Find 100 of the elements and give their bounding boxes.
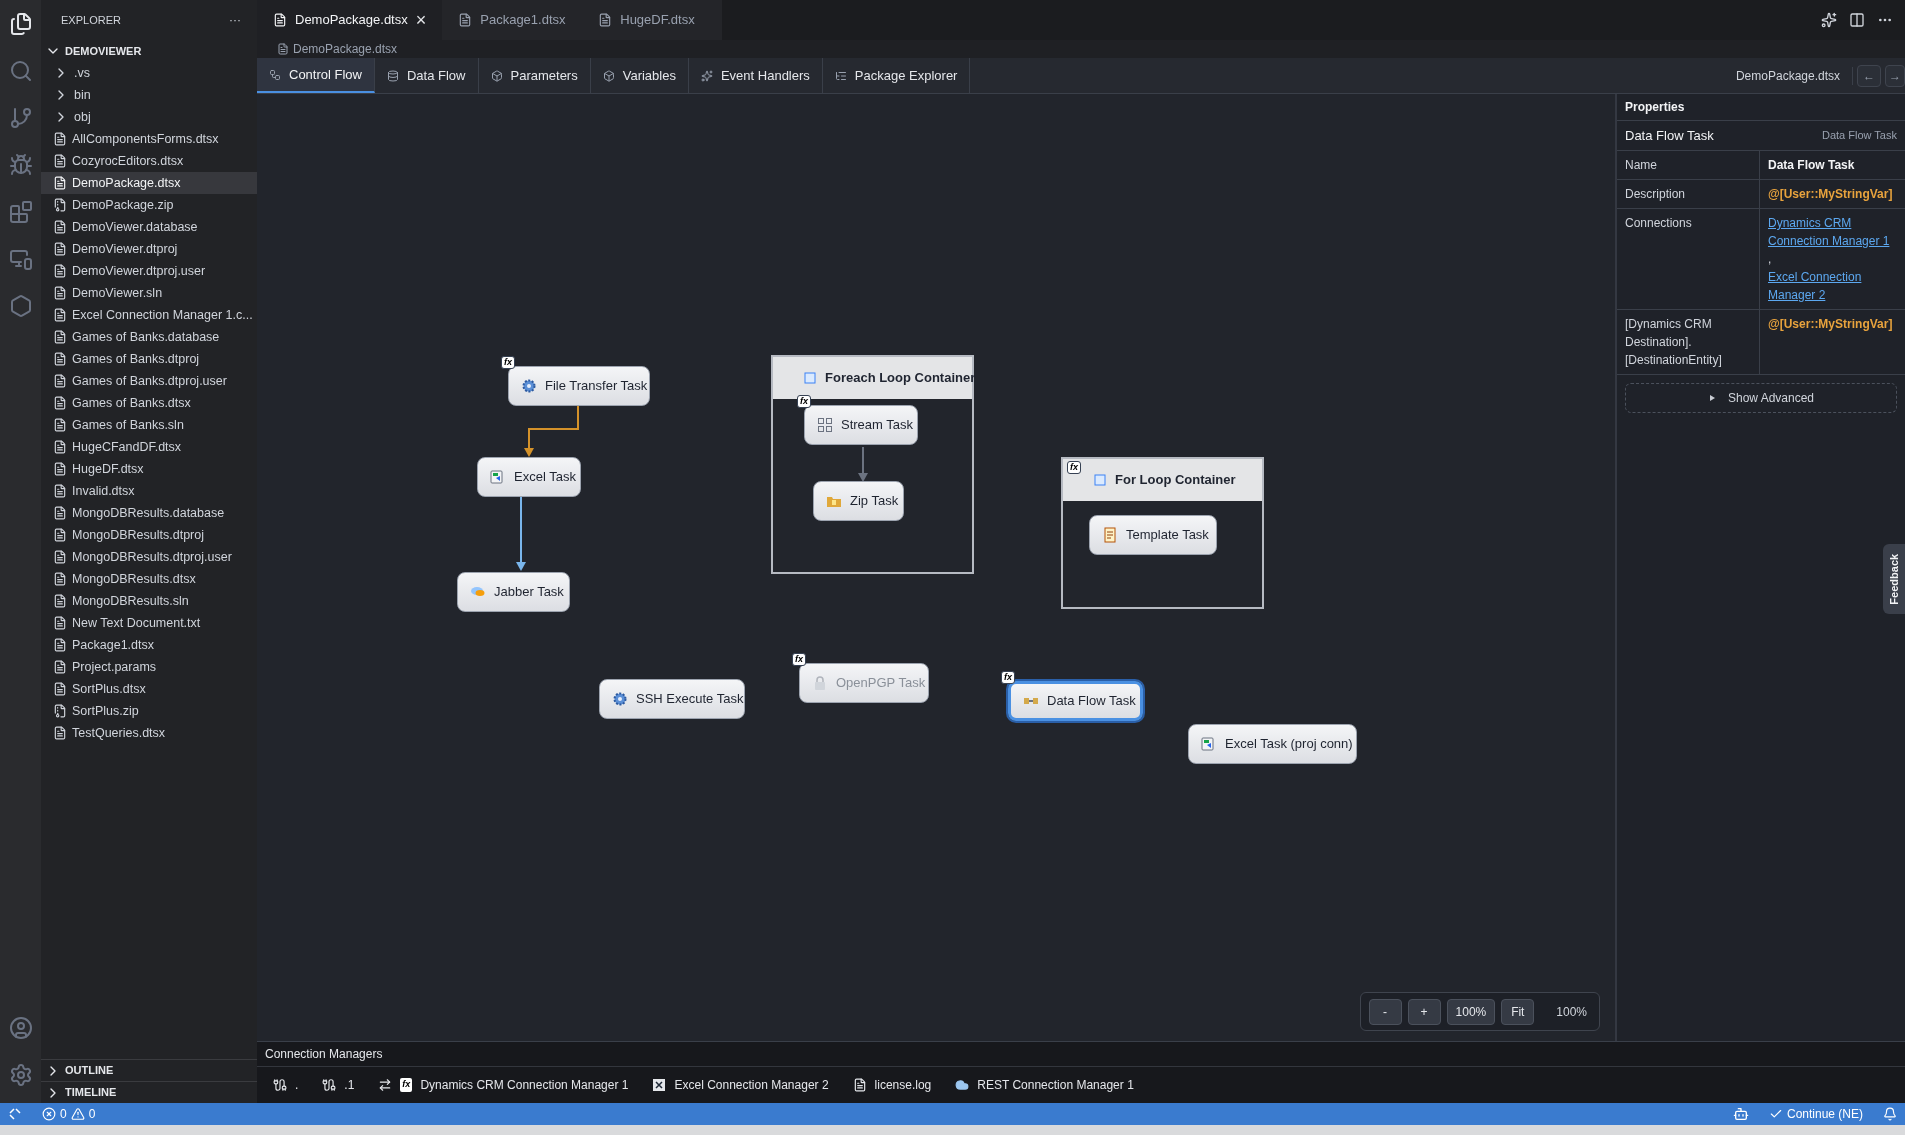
show-advanced-button[interactable]: Show Advanced <box>1625 383 1897 413</box>
file-tree-item[interactable]: Project.params <box>41 656 257 678</box>
file-tree-item[interactable]: AllComponentsForms.dtsx <box>41 128 257 150</box>
file-tree-item[interactable]: Games of Banks.dtsx <box>41 392 257 414</box>
file-tree-item[interactable]: DemoViewer.sln <box>41 282 257 304</box>
more-button[interactable]: ··· <box>229 11 241 29</box>
file-tree-item[interactable]: Games of Banks.dtproj <box>41 348 257 370</box>
file-tree-item[interactable]: MongoDBResults.dtproj.user <box>41 546 257 568</box>
file-tree-item[interactable]: DemoViewer.dtproj <box>41 238 257 260</box>
file-tree-item[interactable]: CozyrocEditors.dtsx <box>41 150 257 172</box>
file-tree-item[interactable]: Games of Banks.dtproj.user <box>41 370 257 392</box>
file-tree-item[interactable]: Excel Connection Manager 1.c... <box>41 304 257 326</box>
file-tree-item[interactable]: Games of Banks.sln <box>41 414 257 436</box>
close-button[interactable]: × <box>415 11 427 29</box>
file-tree-item[interactable]: DemoViewer.database <box>41 216 257 238</box>
file-tree-item[interactable]: DemoPackage.dtsx <box>41 172 257 194</box>
extensions-icon[interactable] <box>8 200 33 224</box>
file-icon <box>53 308 67 322</box>
separator: , <box>1768 251 1772 268</box>
task-node[interactable]: Template Task <box>1089 515 1217 555</box>
notification-icon[interactable] <box>1883 1107 1897 1121</box>
zoom-button[interactable]: 100% <box>1446 998 1496 1025</box>
bug-icon[interactable] <box>8 153 33 177</box>
gear-icon <box>612 691 628 707</box>
task-node[interactable]: File Transfer Task <box>508 366 650 406</box>
connection-link[interactable]: Dynamics CRM Connection Manager 1 <box>1768 214 1897 250</box>
file-tree-item[interactable]: DemoPackage.zip <box>41 194 257 216</box>
file-tree-item[interactable]: Invalid.dtsx <box>41 480 257 502</box>
file-tree-item[interactable]: HugeDF.dtsx <box>41 458 257 480</box>
file-tree-item[interactable]: SortPlus.dtsx <box>41 678 257 700</box>
breadcrumb[interactable]: DemoPackage.dtsx <box>293 40 398 58</box>
problems-indicator[interactable]: 0 0 <box>42 1105 96 1123</box>
settings-icon[interactable] <box>8 1063 33 1087</box>
forward-button[interactable]: → <box>1885 64 1905 87</box>
sparkle-icon[interactable] <box>1821 12 1837 28</box>
task-node[interactable]: Data Flow Task <box>1008 681 1143 721</box>
file-tree-item[interactable]: obj <box>41 106 257 128</box>
editor-tab[interactable]: DemoPackage.dtsx × <box>257 0 443 40</box>
zoom-button[interactable]: Fit <box>1501 998 1535 1025</box>
zoom-button[interactable]: + <box>1407 998 1441 1025</box>
back-button[interactable]: ← <box>1857 64 1881 87</box>
file-tree-item[interactable]: MongoDBResults.database <box>41 502 257 524</box>
remote-icon[interactable] <box>8 1107 22 1121</box>
connection-manager-item[interactable]: license.log <box>852 1076 932 1094</box>
section-header[interactable]: OUTLINE <box>41 1059 257 1081</box>
file-tree-item[interactable]: New Text Document.txt <box>41 612 257 634</box>
split-editor-icon[interactable] <box>1849 12 1865 28</box>
file-tree-item[interactable]: Package1.dtsx <box>41 634 257 656</box>
explorer-icon[interactable] <box>8 12 33 36</box>
designer-tab[interactable]: Package Explorer <box>822 58 971 93</box>
designer-tab[interactable]: Data Flow <box>374 58 479 93</box>
task-node[interactable]: Excel Task (proj conn) <box>1188 724 1357 764</box>
tab-icon <box>386 69 399 82</box>
search-icon[interactable] <box>8 59 33 83</box>
file-tree-item[interactable]: DemoViewer.dtproj.user <box>41 260 257 282</box>
continue-status[interactable]: Continue (NE) <box>1768 1105 1863 1123</box>
feedback-tab[interactable]: Feedback <box>1883 544 1905 614</box>
hexagon-icon[interactable] <box>8 294 33 318</box>
zoom-button[interactable]: - <box>1368 998 1402 1025</box>
panel-header: Properties <box>1617 94 1905 121</box>
tree-header[interactable]: DEMOVIEWER <box>41 40 257 62</box>
file-tree-item[interactable]: MongoDBResults.sln <box>41 590 257 612</box>
file-tree-item[interactable]: MongoDBResults.dtproj <box>41 524 257 546</box>
warning-icon <box>70 1107 85 1121</box>
designer-tab[interactable]: Parameters <box>478 58 591 93</box>
task-node[interactable]: Jabber Task <box>457 572 570 612</box>
task-node[interactable]: Excel Task <box>477 457 581 497</box>
editor-tab[interactable]: HugeDF.dtsx <box>582 0 723 40</box>
connection-manager-item[interactable]: . <box>273 1076 299 1094</box>
connection-link[interactable]: Excel Connection Manager 2 <box>1768 268 1897 304</box>
check-icon <box>1768 1107 1783 1121</box>
file-tree-item[interactable]: SortPlus.zip <box>41 700 257 722</box>
file-icon <box>53 550 67 564</box>
connection-manager-item[interactable]: Excel Connection Manager 2 <box>652 1076 829 1094</box>
file-icon <box>53 682 67 696</box>
designer-tab[interactable]: Control Flow <box>257 58 375 93</box>
connection-manager-item[interactable]: REST Connection Manager 1 <box>955 1076 1134 1094</box>
designer-tab[interactable]: Event Handlers <box>688 58 823 93</box>
object-type: Data Flow Task <box>1822 128 1897 144</box>
connection-manager-item[interactable]: fx Dynamics CRM Connection Manager 1 <box>378 1076 629 1094</box>
archive-icon <box>53 704 67 718</box>
task-node[interactable]: Stream Task <box>804 405 918 445</box>
connection-manager-item[interactable]: .1 <box>322 1076 355 1094</box>
file-tree-item[interactable]: bin <box>41 84 257 106</box>
file-tree-item[interactable]: HugeCFandDF.dtsx <box>41 436 257 458</box>
account-icon[interactable] <box>8 1016 33 1040</box>
file-tree-item[interactable]: Games of Banks.database <box>41 326 257 348</box>
expression-badge: fx <box>792 653 806 666</box>
designer-tab[interactable]: Variables <box>590 58 689 93</box>
container-box[interactable]: fx For Loop Container Template Task <box>1061 457 1264 609</box>
branch-icon[interactable] <box>8 106 33 130</box>
monitor-icon[interactable] <box>8 247 33 271</box>
container-box[interactable]: Foreach Loop Container fx Stream Task Zip Task <box>771 355 974 574</box>
editor-tab[interactable]: Package1.dtsx <box>442 0 583 40</box>
task-node[interactable]: Zip Task <box>813 481 904 521</box>
file-tree-item[interactable]: TestQueries.dtsx <box>41 722 257 744</box>
copilot-icon[interactable] <box>1732 1106 1749 1122</box>
file-tree-item[interactable]: MongoDBResults.dtsx <box>41 568 257 590</box>
file-tree-item[interactable]: .vs <box>41 62 257 84</box>
task-node[interactable]: SSH Execute Task <box>599 679 745 719</box>
